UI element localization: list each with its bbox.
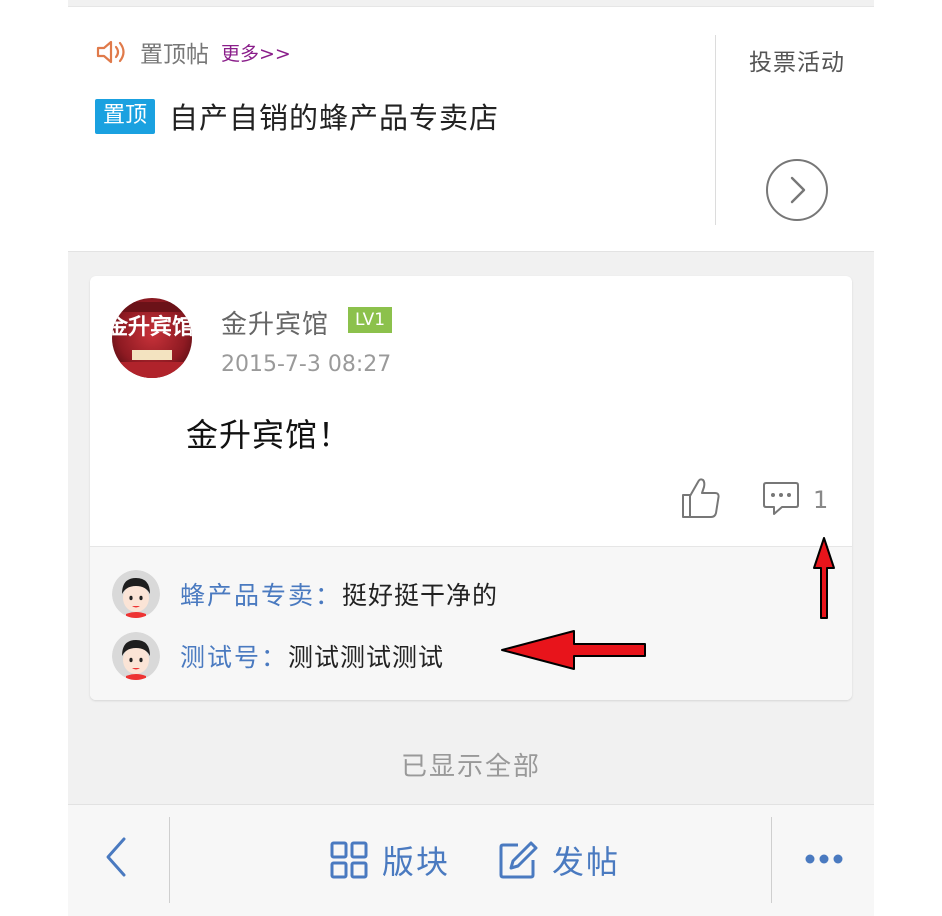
divider: [169, 817, 170, 903]
pinned-title[interactable]: 自产自销的蜂产品专卖店: [169, 95, 499, 137]
avatar[interactable]: 金升宾馆: [112, 298, 192, 378]
comment-item[interactable]: 蜂产品专卖： 挺好挺干净的: [112, 569, 498, 619]
post-label: 发帖: [552, 843, 621, 881]
shown-all-note: 已显示全部: [400, 752, 541, 782]
new-post-button[interactable]: 发帖: [498, 838, 620, 882]
pinned-post-link[interactable]: 置顶 自产自销的蜂产品专卖店: [95, 95, 499, 137]
chevron-right-circle-icon[interactable]: [765, 158, 829, 222]
post-card: 金升宾馆 金升宾馆 LV1 2015-7-3 08:27 金升宾馆！ 1 蜂产品…: [90, 276, 852, 700]
comment-count: 1: [813, 486, 829, 514]
comment-item[interactable]: 测试号： 测试测试测试: [112, 631, 444, 681]
avatar-text: 金升宾馆: [112, 314, 192, 340]
avatar[interactable]: [112, 570, 160, 618]
more-link[interactable]: 更多>>: [221, 39, 291, 66]
author-name[interactable]: 金升宾馆: [221, 304, 329, 341]
sticky-header: 置顶帖 更多>>: [96, 37, 291, 68]
post-date: 2015-7-3 08:27: [221, 352, 392, 377]
annotation-arrow-up: [813, 537, 835, 619]
divider: [715, 35, 716, 225]
comment-user[interactable]: 测试号：: [180, 638, 288, 674]
divider: [771, 817, 772, 903]
phone-screen: 置顶帖 更多>> 置顶 自产自销的蜂产品专卖店 投票活动 金升宾馆 金升宾馆 L…: [68, 0, 874, 916]
level-badge: LV1: [348, 307, 393, 333]
comment-icon[interactable]: [762, 481, 800, 517]
avatar[interactable]: [112, 632, 160, 680]
more-dots-icon[interactable]: [804, 849, 844, 869]
bottom-toolbar: 版块 发帖: [68, 804, 874, 916]
back-chevron-icon[interactable]: [98, 835, 134, 879]
thumbs-up-icon[interactable]: [680, 476, 722, 520]
annotation-arrow-left: [501, 630, 646, 670]
sections-button[interactable]: 版块: [330, 838, 450, 882]
comment-text: 挺好挺干净的: [342, 581, 499, 610]
comment-text: 测试测试测试: [288, 643, 445, 672]
speaker-icon: [96, 40, 125, 64]
pinned-badge: 置顶: [95, 98, 156, 134]
post-body: 金升宾馆！: [186, 416, 352, 454]
grid-icon: [330, 841, 368, 879]
edit-icon: [499, 841, 538, 879]
sticky-label: 置顶帖: [140, 42, 209, 68]
pinned-panel: 置顶帖 更多>> 置顶 自产自销的蜂产品专卖店 投票活动: [68, 6, 874, 252]
comment-user[interactable]: 蜂产品专卖：: [180, 576, 342, 612]
vote-activity-label[interactable]: 投票活动: [749, 43, 845, 77]
sections-label: 版块: [382, 843, 451, 881]
comment-list: 蜂产品专卖： 挺好挺干净的 测试号： 测试测试测试: [90, 546, 852, 700]
